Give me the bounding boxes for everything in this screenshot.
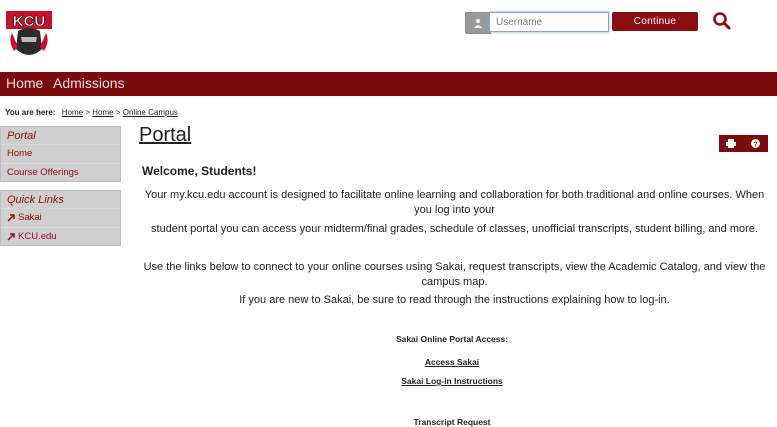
sakai-instructions-link[interactable]: Sakai Log-in Instructions xyxy=(142,376,762,386)
svg-text:?: ? xyxy=(754,141,758,148)
links-paragraph: Use the links below to connect to your o… xyxy=(143,261,766,288)
transcript-heading: Transcript Request xyxy=(413,417,491,427)
help-icon[interactable]: ? xyxy=(744,135,769,152)
kcu-logo[interactable]: KCU xyxy=(6,11,52,61)
nav-admissions[interactable]: Admissions xyxy=(53,75,125,91)
breadcrumb-home-2[interactable]: Home xyxy=(92,108,113,117)
username-input[interactable] xyxy=(489,12,609,32)
breadcrumb: You are here: Home > Home > Online Campu… xyxy=(5,108,178,117)
sidebar-item-course-offerings[interactable]: Course Offerings xyxy=(1,163,120,182)
user-icon-box xyxy=(465,12,491,34)
search-icon[interactable] xyxy=(712,11,732,31)
welcome-heading: Welcome, Students! xyxy=(142,164,257,178)
breadcrumb-online-campus[interactable]: Online Campus xyxy=(123,108,178,117)
print-icon[interactable] xyxy=(719,135,744,152)
continue-button[interactable]: Continue xyxy=(612,12,698,31)
access-sakai-link[interactable]: Access Sakai xyxy=(142,357,762,367)
intro-paragraph-line2: student portal you can access your midte… xyxy=(151,223,758,235)
sidebar-item-label: KCU.edu xyxy=(18,231,57,242)
main-nav: Home Admissions xyxy=(0,72,777,96)
breadcrumb-prefix: You are here: xyxy=(5,108,56,117)
intro-paragraph-line1: Your my.kcu.edu account is designed to f… xyxy=(144,189,765,216)
breadcrumb-sep: > xyxy=(85,108,91,117)
breadcrumb-home-1[interactable]: Home xyxy=(62,108,83,117)
link-icon xyxy=(7,233,15,241)
new-user-paragraph: If you are new to Sakai, be sure to read… xyxy=(239,294,670,306)
sidebar-quick-links: Quick Links Sakai KCU.edu xyxy=(0,190,121,246)
sidebar-item-home[interactable]: Home xyxy=(1,144,120,163)
nav-home[interactable]: Home xyxy=(6,75,43,91)
page-title: Portal xyxy=(139,124,192,146)
sidebar-item-sakai[interactable]: Sakai xyxy=(1,208,120,227)
portal-access-heading: Sakai Online Portal Access: xyxy=(395,334,509,344)
breadcrumb-sep: > xyxy=(115,108,121,117)
sidebar-item-label: Sakai xyxy=(18,212,42,223)
logo-text: KCU xyxy=(13,13,46,30)
sidebar-item-kcu-edu[interactable]: KCU.edu xyxy=(1,227,120,246)
user-icon xyxy=(474,18,482,28)
sidebar-portal: Portal Home Course Offerings xyxy=(0,126,121,182)
page-toolbar: ? xyxy=(719,135,768,152)
link-icon xyxy=(7,214,15,222)
sidebar-portal-title: Portal xyxy=(7,130,36,142)
sidebar-quicklinks-title: Quick Links xyxy=(7,194,64,206)
